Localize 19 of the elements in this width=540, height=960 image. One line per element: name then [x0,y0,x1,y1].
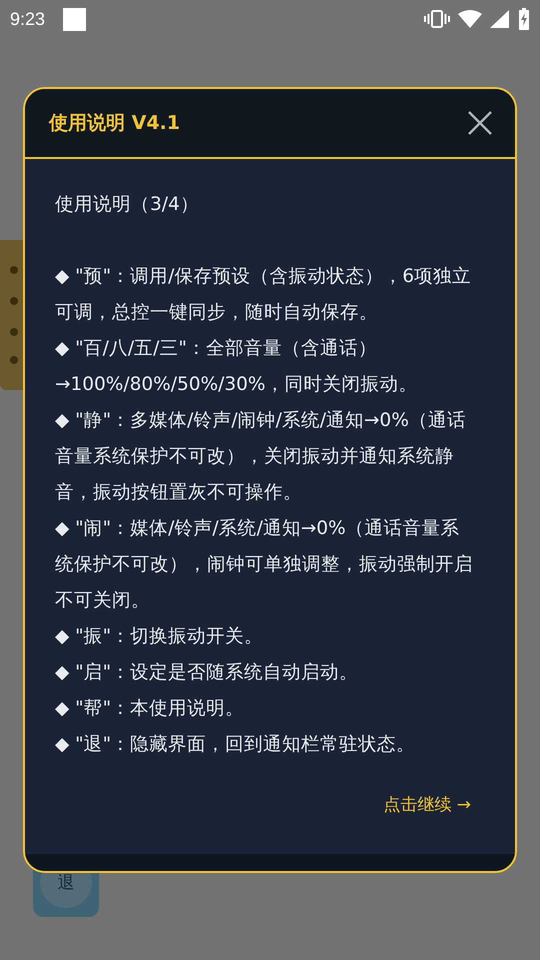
vibrate-icon [424,9,450,29]
wifi-icon [458,9,482,29]
help-item: ◆ "振"：切换振动开关。 [55,625,264,649]
dialog-title: 使用说明 V4.1 [49,111,180,136]
help-item: ◆ "静"：多媒体/铃声/闹钟/系统/通知→0%（通话音量系统保护不可改），关闭振动并通知系统静音，振动按钮置灰不可操作。 [55,409,467,505]
help-item: ◆ "退"：隐藏界面，回到通知栏常驻状态。 [55,733,416,757]
help-item: ◆ "百/八/五/三"：全部音量（含通话）→100%/80%/50%/30%，同时关闭振动。 [55,337,418,397]
help-item: ◆ "预"：调用/保存预设（含振动状态），6项独立可调，总控一键同步，随时自动保存。 [55,265,472,325]
help-heading: 使用说明（3/4） [55,193,200,217]
help-item: ◆ "闹"：媒体/铃声/系统/通知→0%（通话音量系统保护不可改），闹钟可单独调整，振动强制开启不可关闭。 [55,517,474,613]
status-time: 9:23 [10,8,46,30]
dots-icon [9,265,19,365]
help-item: ◆ "启"：设定是否随系统自动启动。 [55,661,360,685]
help-item: ◆ "帮"：本使用说明。 [55,697,246,721]
close-icon[interactable] [467,110,493,136]
notification-icon [63,8,86,30]
continue-link[interactable]: 点击继续 → [383,793,471,816]
signal-icon [490,9,510,29]
battery-icon [518,8,530,30]
